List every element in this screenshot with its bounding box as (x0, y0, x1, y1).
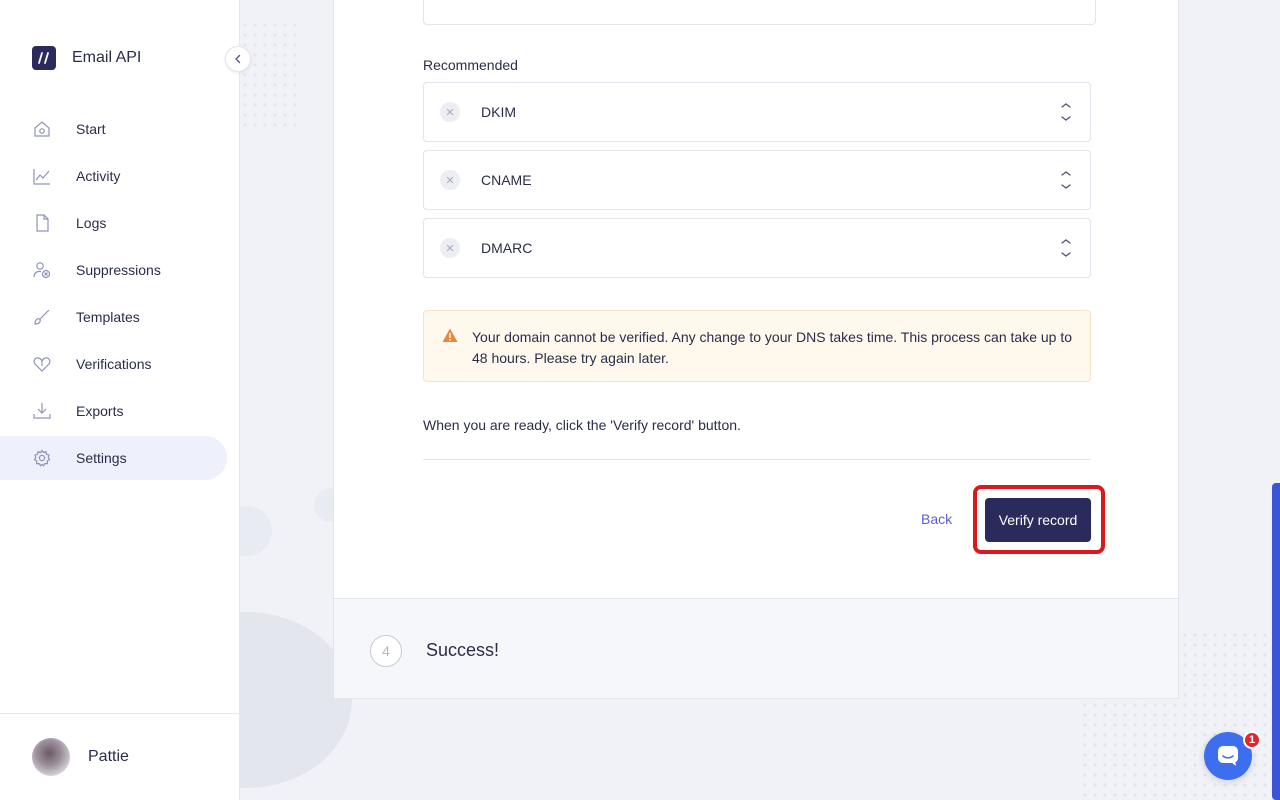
user-name: Pattie (88, 748, 129, 765)
sidebar-item-verifications[interactable]: Verifications (0, 342, 227, 386)
warning-icon (442, 328, 458, 348)
heart-icon (32, 354, 52, 374)
record-value-field (423, 0, 1096, 25)
sidebar-item-label: Suppressions (76, 262, 161, 278)
record-label: CNAME (481, 172, 532, 188)
back-button[interactable]: Back (921, 511, 952, 527)
sidebar-item-label: Templates (76, 309, 140, 325)
home-icon (32, 119, 52, 139)
sidebar: Email API Start Activity Logs Suppressio… (0, 0, 240, 800)
status-x-icon: ✕ (440, 170, 460, 190)
instruction-text: When you are ready, click the 'Verify re… (423, 417, 741, 433)
sidebar-item-label: Activity (76, 168, 121, 184)
record-label: DMARC (481, 240, 533, 256)
step-title: Success! (426, 640, 500, 660)
record-cname[interactable]: ✕ CNAME (423, 150, 1091, 210)
decorative-dots (240, 20, 300, 130)
verify-record-button[interactable]: Verify record (985, 498, 1091, 542)
notification-badge: 1 (1243, 731, 1261, 749)
collapse-sidebar-button[interactable] (225, 46, 251, 72)
sidebar-item-label: Start (76, 121, 106, 137)
sidebar-item-settings[interactable]: Settings (0, 436, 227, 480)
sidebar-item-suppressions[interactable]: Suppressions (0, 248, 227, 292)
sidebar-item-activity[interactable]: Activity (0, 154, 227, 198)
user-profile[interactable]: Pattie (0, 713, 240, 800)
divider (423, 459, 1091, 460)
scrollbar-thumb[interactable] (1272, 483, 1280, 800)
sidebar-item-templates[interactable]: Templates (0, 295, 227, 339)
step-success[interactable]: 4 Success! (333, 598, 1179, 699)
sidebar-item-label: Exports (76, 403, 124, 419)
sidebar-item-exports[interactable]: Exports (0, 389, 227, 433)
sidebar-nav: Start Activity Logs Suppressions Templat… (0, 107, 240, 483)
record-dkim[interactable]: ✕ DKIM (423, 82, 1091, 142)
status-x-icon: ✕ (440, 238, 460, 258)
sidebar-item-start[interactable]: Start (0, 107, 227, 151)
sidebar-item-logs[interactable]: Logs (0, 201, 227, 245)
status-x-icon: ✕ (440, 102, 460, 122)
user-block-icon (32, 260, 52, 280)
step-number: 4 (370, 635, 402, 667)
alert-message: Your domain cannot be verified. Any chan… (472, 329, 1073, 366)
expand-toggle-icon[interactable] (1060, 239, 1072, 262)
brand-name: Email API (72, 49, 142, 66)
expand-toggle-icon[interactable] (1060, 103, 1072, 126)
chevron-left-icon (235, 54, 241, 64)
dns-setup-card: Recommended ✕ DKIM ✕ CNAME ✕ DMARC Your … (333, 0, 1179, 598)
recommended-label: Recommended (423, 57, 518, 73)
expand-toggle-icon[interactable] (1060, 171, 1072, 194)
download-icon (32, 401, 52, 421)
sidebar-item-label: Settings (76, 450, 127, 466)
avatar (32, 738, 70, 776)
record-label: DKIM (481, 104, 516, 120)
chat-icon (1218, 746, 1238, 766)
brand-logo-icon (32, 46, 56, 70)
sidebar-item-label: Verifications (76, 356, 152, 372)
gear-icon (32, 448, 52, 468)
file-icon (32, 213, 52, 233)
record-dmarc[interactable]: ✕ DMARC (423, 218, 1091, 278)
warning-alert: Your domain cannot be verified. Any chan… (423, 310, 1091, 382)
chart-icon (32, 166, 52, 186)
brush-icon (32, 307, 52, 327)
brand[interactable]: Email API (32, 46, 141, 70)
sidebar-item-label: Logs (76, 215, 107, 231)
